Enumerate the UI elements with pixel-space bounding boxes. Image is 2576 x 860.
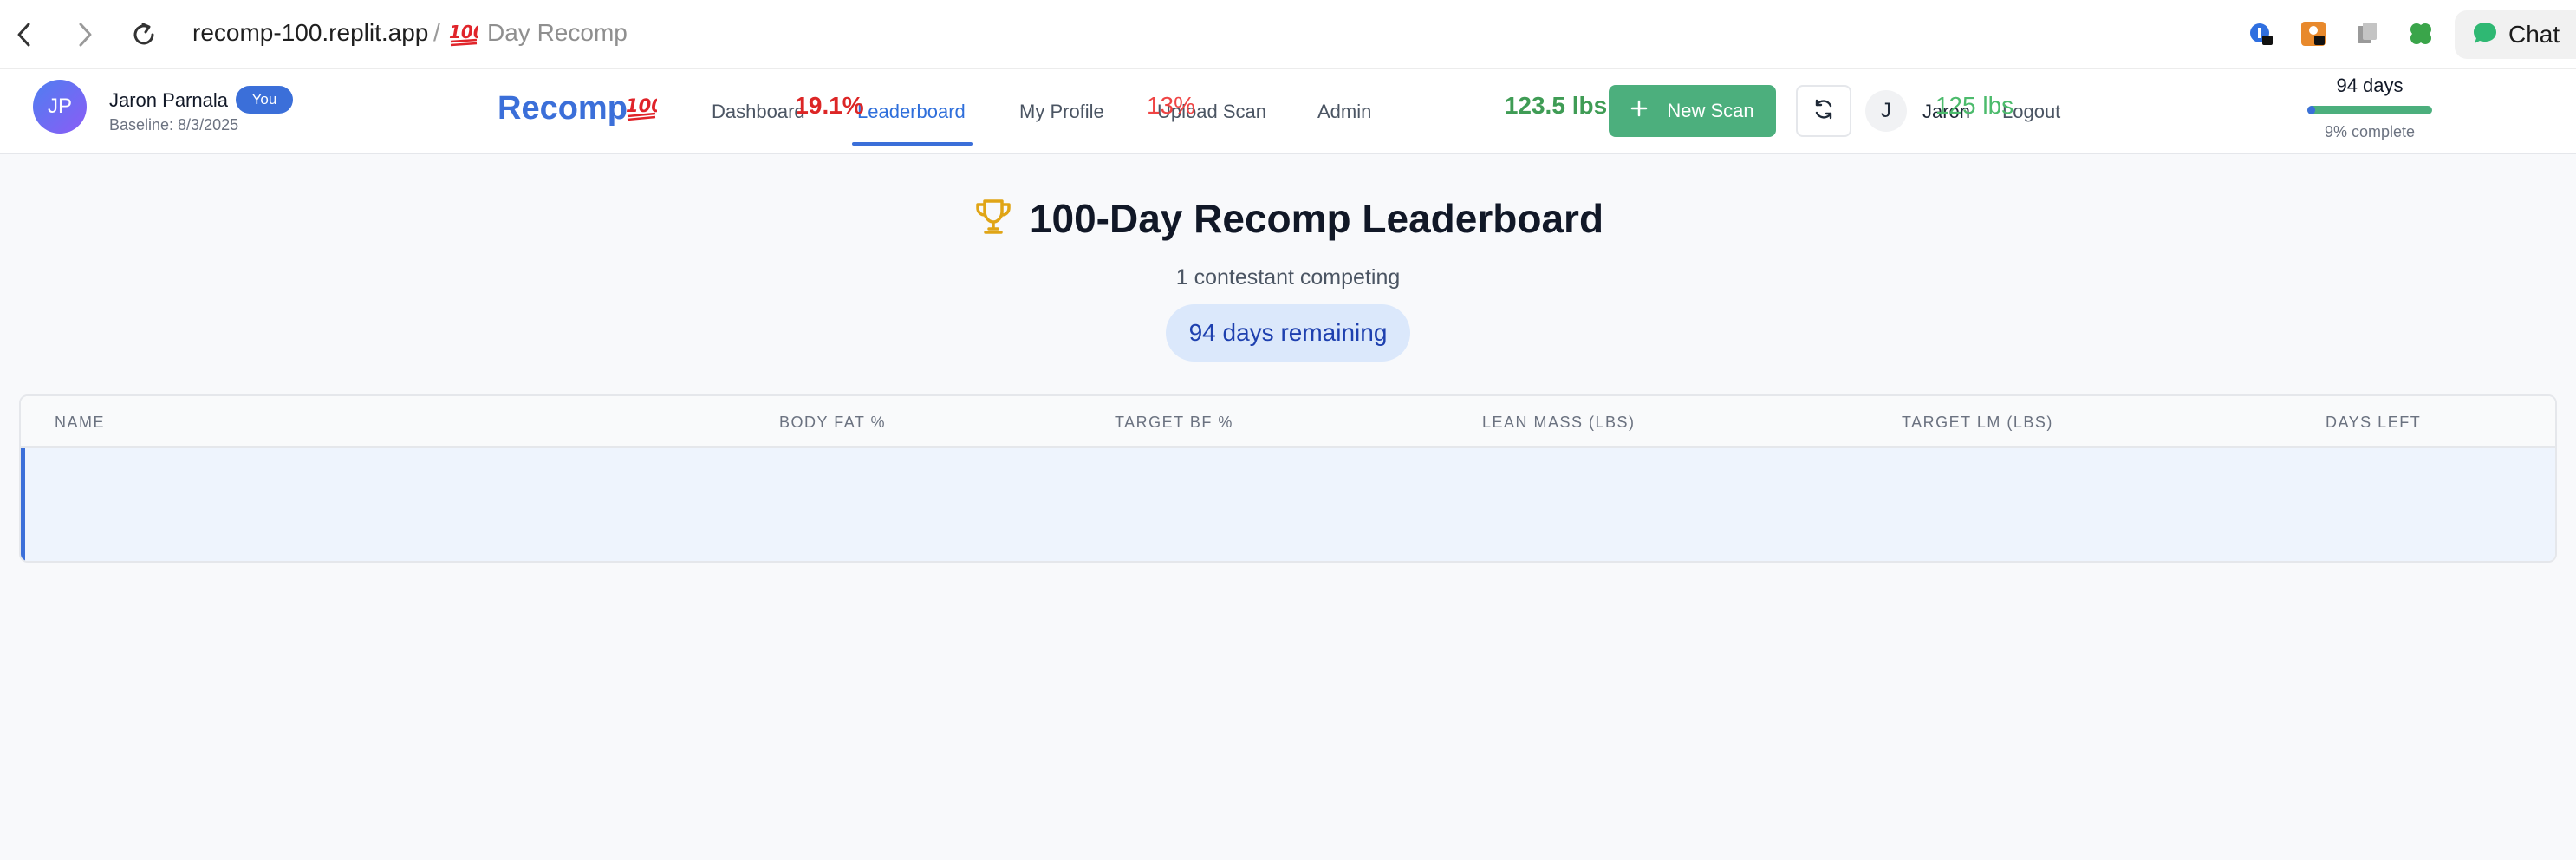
hundred-emoji-icon: 100 [626, 94, 664, 126]
page-title: 100-Day Recomp Leaderboard [1029, 196, 1604, 241]
table-row[interactable] [21, 448, 2555, 561]
column-header-target-bf: TARGET BF % [1115, 414, 1233, 431]
new-scan-label: New Scan [1667, 100, 1754, 121]
trophy-icon [973, 196, 1014, 242]
user-avatar[interactable]: J [1865, 90, 1907, 132]
days-left-cell: 94 days 9% complete [2307, 75, 2432, 141]
back-icon[interactable] [7, 17, 42, 52]
refresh-icon [1812, 98, 1835, 125]
contestant-avatar: JP [33, 80, 87, 134]
table-header: NAME BODY FAT % TARGET BF % LEAN MASS (L… [21, 396, 2555, 448]
app-header: Recomp 100 Dashboard Leaderboard My Prof… [0, 69, 2576, 154]
nav-admin[interactable]: Admin [1317, 101, 1371, 123]
forward-icon[interactable] [68, 17, 102, 52]
body-fat-value: 19.1% [795, 92, 864, 119]
nav-leaderboard[interactable]: Leaderboard [857, 101, 966, 123]
lean-mass-value: 123.5 lbs [1504, 92, 1608, 119]
browser-toolbar: recomp-100.replit.app / 100 Day Recomp C… [0, 0, 2576, 69]
progress-bar-fill [2307, 106, 2315, 114]
contestant-count: 1 contestant competing [1175, 265, 1401, 290]
column-header-body-fat: BODY FAT % [779, 414, 887, 431]
refresh-button[interactable] [1796, 85, 1851, 137]
column-header-days-left: DAYS LEFT [2326, 414, 2422, 431]
clover-icon[interactable] [2408, 21, 2434, 47]
target-lm-value: 125 lbs [1935, 92, 2014, 119]
extension-orange-icon[interactable] [2300, 21, 2326, 47]
progress-bar [2307, 106, 2432, 114]
new-scan-button[interactable]: New Scan [1609, 85, 1776, 137]
days-left-value: 94 days [2336, 75, 2404, 96]
target-bf-value: 13% [1146, 92, 1196, 119]
chat-label: Chat [2508, 21, 2560, 48]
leaderboard-table: NAME BODY FAT % TARGET BF % LEAN MASS (L… [19, 394, 2557, 563]
active-nav-indicator [852, 142, 973, 146]
baseline-date: Baseline: 8/3/2025 [109, 116, 239, 134]
column-header-name: NAME [55, 414, 106, 431]
nav-dashboard[interactable]: Dashboard [712, 101, 805, 123]
contestant-name: Jaron Parnala [109, 89, 228, 111]
progress-text: 9% complete [2324, 123, 2416, 140]
page-title-row: 100-Day Recomp Leaderboard [0, 192, 2576, 244]
nav-my-profile[interactable]: My Profile [1019, 101, 1104, 123]
password-manager-icon[interactable] [2248, 21, 2274, 47]
url-host[interactable]: recomp-100.replit.app [192, 19, 428, 47]
you-badge: You [236, 86, 293, 114]
chat-button[interactable]: Chat [2455, 10, 2576, 59]
extension-copy-icon[interactable] [2354, 21, 2380, 47]
tab-title: Day Recomp [487, 19, 628, 46]
column-header-lean-mass: LEAN MASS (LBS) [1482, 414, 1636, 431]
reload-icon[interactable] [127, 17, 161, 52]
column-header-target-lm: TARGET LM (LBS) [1902, 414, 2053, 431]
url-separator: / [433, 19, 440, 46]
chat-bubble-icon [2472, 21, 2498, 49]
plus-icon [1630, 100, 1648, 122]
days-remaining-badge: 94 days remaining [1166, 304, 1410, 362]
tab-emoji-icon: 100 [449, 21, 485, 51]
app-logo[interactable]: Recomp [498, 90, 628, 127]
